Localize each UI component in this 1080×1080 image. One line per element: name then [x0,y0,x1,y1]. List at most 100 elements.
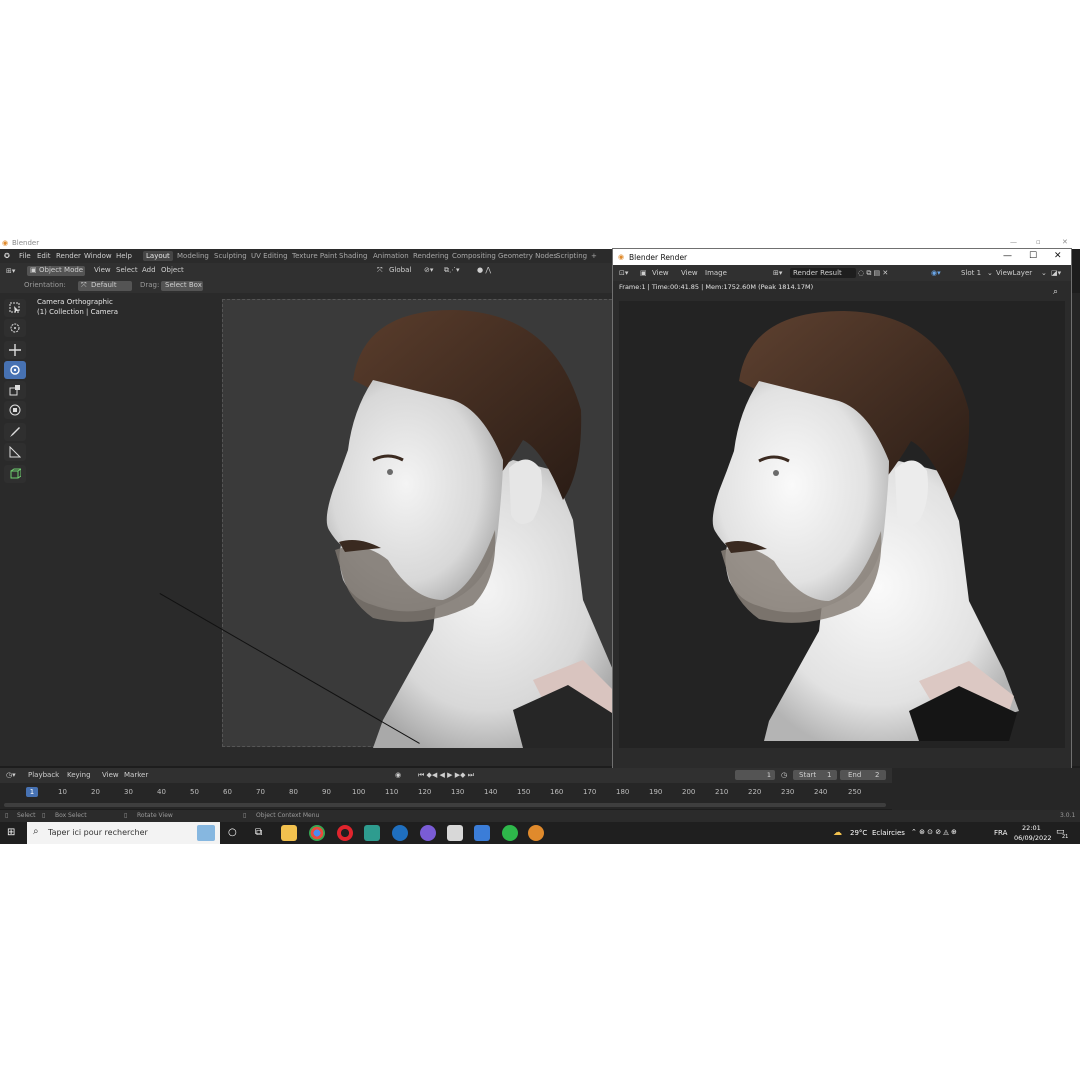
layer-dropdown-icon[interactable]: ⌄ [1041,269,1047,277]
timeline-playback[interactable]: Playback [28,771,59,779]
rotate-tool[interactable] [4,361,26,379]
app-m-icon[interactable] [364,825,380,841]
tab-animation[interactable]: Animation [370,251,412,261]
whatsapp-icon[interactable] [502,825,518,841]
image-browse-icon[interactable]: ⊞▾ [773,269,782,277]
image-editor-mode-icon[interactable]: ▣ [640,269,647,277]
snap-icon[interactable]: ⧉⋰▾ [444,266,460,275]
tab-geometry-nodes[interactable]: Geometry Nodes [495,251,560,261]
current-frame-field[interactable]: 1 [735,770,775,780]
proportional-edit-icon[interactable]: ● ⋀ [477,266,491,274]
move-tool[interactable] [4,341,26,359]
add-cube-tool[interactable] [4,465,26,483]
image-editor-type-icon[interactable]: ⊡▾ [619,269,628,277]
transform-tool[interactable] [4,401,26,419]
clock-time[interactable]: 22:01 [1022,824,1041,832]
image-actions-icons[interactable]: ◌ ⧉ ▤ ✕ [858,269,888,278]
tick-label: 60 [223,788,232,796]
menu-file[interactable]: File [19,252,31,260]
tab-uv-editing[interactable]: UV Editing [248,251,291,261]
menu-window[interactable]: Window [84,252,112,260]
zoom-icon[interactable]: ⌕ [1053,287,1058,297]
screen: ◉ Blender — ▫ ✕ ✪ File Edit Render Windo… [0,236,1080,844]
transform-orientation[interactable]: Global [389,266,411,274]
add-workspace-button[interactable]: + [588,251,600,261]
select-box-tool[interactable] [4,299,26,317]
slot-dropdown-icon[interactable]: ⌄ [987,269,993,277]
render-menu-view[interactable]: View [681,269,698,277]
clock-date[interactable]: 06/09/2022 [1014,834,1051,842]
3d-viewport[interactable]: Camera Orthographic (1) Collection | Cam… [0,293,623,766]
app-c-icon[interactable] [392,825,408,841]
measure-tool[interactable] [4,443,26,461]
display-channels-icon[interactable]: ◪▾ [1051,269,1061,277]
blender-taskbar-icon[interactable] [528,825,544,841]
task-view-icon[interactable]: ⧉ [255,827,262,838]
app-files-icon[interactable] [447,825,463,841]
current-frame-indicator[interactable]: 1 [26,787,38,797]
maximize-icon[interactable]: ▫ [1036,238,1041,246]
timeline-view[interactable]: View [102,771,119,779]
head-model-viewport [326,310,623,748]
timeline-editor-icon[interactable]: ◷▾ [6,771,16,779]
language[interactable]: FRA [994,829,1007,837]
timeline-area[interactable]: 1 10 20 30 40 50 60 70 80 90 100 110 120… [0,783,892,809]
view-layer[interactable]: ViewLayer [996,269,1032,277]
record-icon[interactable]: ◉ [395,771,401,779]
window-title: Blender [12,239,40,247]
render-view-dropdown[interactable]: View [652,269,669,277]
cursor-tool[interactable] [4,319,26,337]
tick-label: 10 [58,788,67,796]
opera-icon[interactable] [337,825,353,841]
playback-controls-icon[interactable]: ⏮ ◆◀ ◀ ▶ ▶◆ ⏭ [418,771,474,780]
menu-help[interactable]: Help [116,252,132,260]
windows-start-icon[interactable]: ⊞ [7,827,15,838]
discord-icon[interactable] [420,825,436,841]
taskbar-search[interactable]: ⌕ Taper ici pour rechercher [27,822,220,844]
tab-layout[interactable]: Layout [143,251,173,261]
timeline-keying[interactable]: Keying [67,771,91,779]
menu-view[interactable]: View [94,266,111,274]
annotate-tool[interactable] [4,423,26,441]
transform-orientation-icon: ⤧ [377,266,383,274]
scale-icon [9,385,20,396]
tab-shading[interactable]: Shading [336,251,370,261]
clock-icon[interactable]: ◷ [781,771,787,779]
render-minimize-icon[interactable]: — [1003,251,1012,261]
timeline-marker[interactable]: Marker [124,771,148,779]
tab-modeling[interactable]: Modeling [174,251,212,261]
timeline-scrollbar[interactable] [4,803,886,807]
tab-compositing[interactable]: Compositing [449,251,499,261]
chrome-icon[interactable] [309,825,325,841]
menu-edit[interactable]: Edit [37,252,51,260]
scale-tool[interactable] [4,381,26,399]
file-explorer-icon[interactable] [281,825,297,841]
select-box-icon [9,302,20,313]
render-menu-image[interactable]: Image [705,269,727,277]
tab-sculpting[interactable]: Sculpting [211,251,250,261]
render-maximize-icon[interactable]: ☐ [1029,251,1037,261]
render-result-image[interactable] [619,301,1065,748]
tray-icons[interactable]: ⌃ ⊛ ⊙ ⊘ ◬ ⊕ [911,828,957,836]
pivot-icon[interactable]: ⊘▾ [424,266,433,274]
blender-menu-icon[interactable]: ✪ [4,252,10,260]
properties-strip[interactable] [1072,293,1080,766]
render-slot-icon[interactable]: ◉▾ [931,269,941,277]
render-close-icon[interactable]: ✕ [1054,251,1062,261]
tab-scripting[interactable]: Scripting [553,251,590,261]
menu-add[interactable]: Add [142,266,156,274]
minimize-icon[interactable]: — [1010,238,1017,246]
render-slot[interactable]: Slot 1 [961,269,981,277]
photos-icon[interactable] [474,825,490,841]
tab-texture-paint[interactable]: Texture Paint [289,251,340,261]
end-value: 2 [875,771,880,779]
menu-select[interactable]: Select [116,266,138,274]
menu-render[interactable]: Render [56,252,81,260]
menu-object[interactable]: Object [161,266,184,274]
editor-type-icon[interactable]: ⊞▾ [6,267,15,275]
weather-temp[interactable]: 29°C [850,829,867,837]
tab-rendering[interactable]: Rendering [410,251,452,261]
close-icon[interactable]: ✕ [1062,238,1068,246]
cortana-icon[interactable]: ○ [228,827,237,838]
weather-text[interactable]: Eclaircies [872,829,905,837]
